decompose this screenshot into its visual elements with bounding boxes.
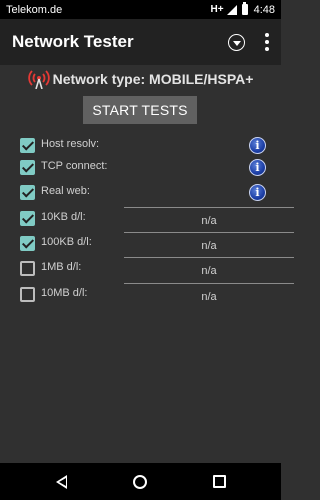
- navigation-bar: [0, 463, 281, 500]
- checkbox-100kb[interactable]: [20, 236, 35, 251]
- network-type: Network type: MOBILE/HSPA+: [0, 68, 281, 90]
- antenna-icon: [27, 70, 50, 89]
- dropdown-icon[interactable]: [228, 33, 245, 51]
- checkbox-1mb[interactable]: [20, 261, 35, 276]
- info-icon[interactable]: i: [249, 159, 266, 176]
- checkbox-host-resolv[interactable]: [20, 138, 35, 153]
- checkbox-10mb[interactable]: [20, 287, 35, 302]
- app-bar: Network Tester: [0, 19, 281, 65]
- test-row-host-resolv: Host resolv: i: [20, 134, 270, 158]
- start-tests-button[interactable]: START TESTS: [83, 96, 197, 124]
- test-row-real-web: Real web: i: [20, 181, 270, 205]
- network-indicator: H+: [210, 4, 224, 15]
- info-icon[interactable]: i: [249, 137, 266, 154]
- network-type-label: Network type: MOBILE/HSPA+: [52, 71, 254, 87]
- app-title: Network Tester: [12, 32, 134, 51]
- battery-icon: [241, 2, 248, 15]
- test-label: Real web:: [41, 185, 90, 197]
- checkbox-tcp-connect[interactable]: [20, 160, 35, 175]
- test-row-100kb: 100KB d/l: n/a: [20, 232, 294, 256]
- clock: 4:48: [253, 3, 275, 16]
- test-row-10kb: 10KB d/l: n/a: [20, 207, 294, 231]
- recent-apps-icon[interactable]: [213, 475, 226, 488]
- status-bar: Telekom.de H+ 4:48: [0, 0, 281, 19]
- test-result: n/a: [124, 257, 294, 281]
- info-icon[interactable]: i: [249, 184, 266, 201]
- overflow-menu-icon[interactable]: [265, 33, 269, 51]
- test-result: n/a: [124, 232, 294, 256]
- carrier-name: Telekom.de: [6, 3, 63, 16]
- test-label: 10KB d/l:: [41, 211, 86, 223]
- test-label: 1MB d/l:: [41, 261, 82, 273]
- test-row-1mb: 1MB d/l: n/a: [20, 257, 294, 281]
- checkbox-10kb[interactable]: [20, 211, 35, 226]
- test-row-10mb: 10MB d/l: n/a: [20, 283, 294, 307]
- home-icon[interactable]: [133, 475, 147, 489]
- test-label: 10MB d/l:: [41, 287, 88, 299]
- back-icon[interactable]: [56, 475, 67, 489]
- test-label: TCP connect:: [41, 160, 108, 172]
- test-row-tcp-connect: TCP connect: i: [20, 156, 270, 180]
- test-result: n/a: [124, 283, 294, 307]
- signal-icon: [226, 4, 237, 15]
- test-result: n/a: [124, 207, 294, 231]
- test-label: Host resolv:: [41, 138, 100, 150]
- checkbox-real-web[interactable]: [20, 185, 35, 200]
- test-label: 100KB d/l:: [41, 236, 92, 248]
